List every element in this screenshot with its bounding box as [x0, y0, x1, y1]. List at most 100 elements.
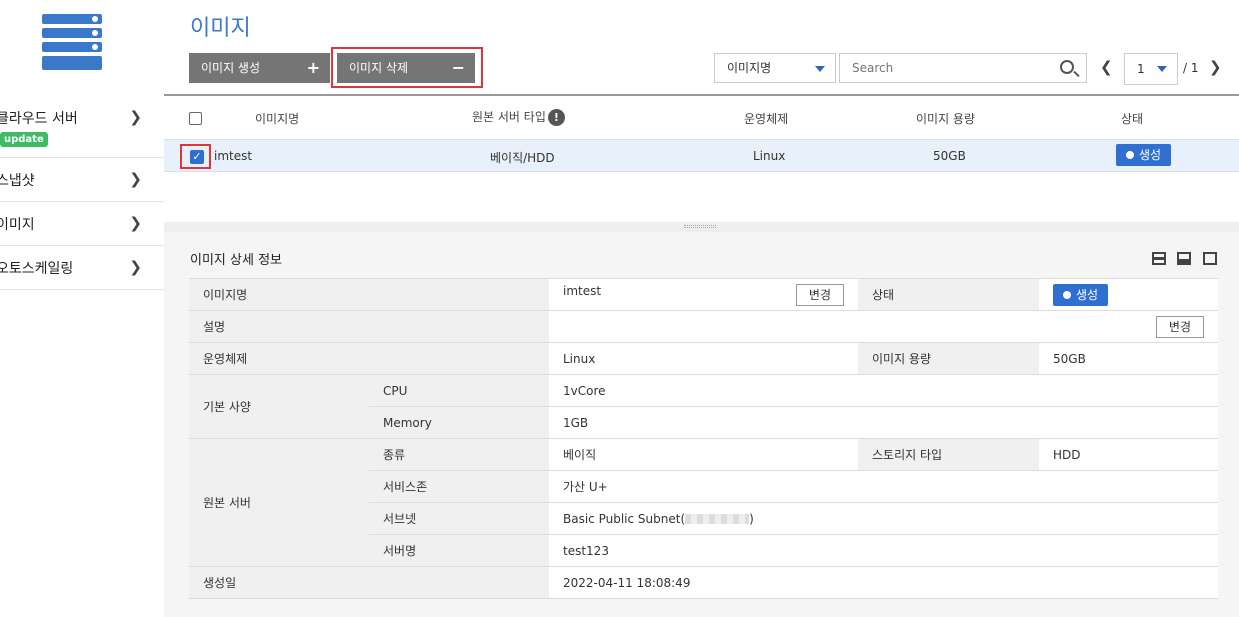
- column-header-server-type: 원본 서버 타입!: [472, 108, 565, 126]
- value-kind: 베이직: [549, 438, 858, 471]
- sidebar-item-snapshot[interactable]: 스냅샷 ❯: [0, 158, 164, 202]
- value-os: Linux: [549, 342, 858, 375]
- layout-bottom-icon[interactable]: [1177, 252, 1191, 265]
- create-image-button[interactable]: 이미지 생성 +: [189, 53, 330, 83]
- change-name-button[interactable]: 변경: [795, 283, 844, 306]
- detail-panel: 이미지 상세 정보 이미지명 imtest 변경 상태 생성 설명 변경 운영체제…: [164, 232, 1239, 617]
- label-origin: 원본 서버: [189, 438, 369, 567]
- column-header-size: 이미지 용량: [916, 112, 976, 126]
- checkbox-highlight: ✓: [180, 144, 211, 169]
- table-row[interactable]: ✓ imtest 베이직/HDD Linux 50GB 생성: [164, 139, 1239, 172]
- column-header-server-type-label: 원본 서버 타입: [472, 110, 546, 124]
- table-header: 이미지명 원본 서버 타입! 운영체제 이미지 용량 상태: [164, 96, 1239, 139]
- next-page-icon[interactable]: ❯: [1209, 58, 1222, 76]
- value-name-text: imtest: [563, 283, 602, 298]
- cell-name: imtest: [214, 149, 253, 163]
- sidebar-item-cloud-server[interactable]: 클라우드 서버 update ❯: [0, 96, 164, 158]
- page-title: 이미지: [190, 16, 251, 41]
- main-content: 이미지 이미지 생성 + 이미지 삭제 − 이미지명 ❮ 1 / 1 ❯: [164, 0, 1239, 617]
- status-badge: 생성: [1053, 283, 1109, 306]
- search-box: [839, 53, 1087, 83]
- chevron-right-icon: ❯: [129, 108, 142, 126]
- value-memory: 1GB: [549, 406, 1218, 439]
- delete-image-label: 이미지 삭제: [349, 61, 409, 75]
- sidebar-item-autoscaling[interactable]: 오토스케일링 ❯: [0, 246, 164, 290]
- select-all-checkbox[interactable]: [189, 112, 202, 125]
- label-size: 이미지 용량: [858, 342, 1039, 375]
- value-storage-type: HDD: [1039, 438, 1218, 471]
- change-desc-button[interactable]: 변경: [1155, 315, 1204, 338]
- detail-table: 이미지명 imtest 변경 상태 생성 설명 변경 운영체제 Linux 이미지…: [189, 278, 1218, 599]
- label-zone: 서비스존: [369, 470, 549, 503]
- image-table: 이미지명 원본 서버 타입! 운영체제 이미지 용량 상태 ✓ imtest 베…: [164, 94, 1239, 222]
- value-server-name: test123: [549, 534, 1218, 567]
- value-cpu: 1vCore: [549, 374, 1218, 407]
- plus-icon: +: [306, 58, 320, 77]
- filter-select[interactable]: 이미지명: [714, 53, 836, 83]
- info-icon[interactable]: !: [547, 109, 565, 126]
- label-subnet: 서브넷: [369, 502, 549, 535]
- server-stack-icon[interactable]: [42, 14, 102, 70]
- filter-select-value: 이미지명: [727, 61, 772, 75]
- subnet-suffix: ): [749, 511, 754, 526]
- chevron-down-icon: [1157, 66, 1167, 72]
- value-subnet: Basic Public Subnet(): [549, 502, 1218, 535]
- label-storage-type: 스토리지 타입: [858, 438, 1039, 471]
- pane-splitter[interactable]: [164, 222, 1239, 232]
- value-name: imtest 변경: [549, 278, 858, 311]
- label-memory: Memory: [369, 406, 549, 439]
- value-size: 50GB: [1039, 342, 1218, 375]
- toolbar: 이미지 이미지 생성 + 이미지 삭제 − 이미지명 ❮ 1 / 1 ❯: [164, 0, 1239, 94]
- label-spec: 기본 사양: [189, 374, 369, 439]
- prev-page-icon[interactable]: ❮: [1100, 58, 1113, 76]
- page-select[interactable]: 1: [1124, 53, 1178, 85]
- label-status: 상태: [858, 278, 1039, 311]
- sidebar-item-label: 이미지: [0, 217, 35, 233]
- status-badge-label: 생성: [1139, 148, 1162, 162]
- create-image-label: 이미지 생성: [201, 61, 261, 75]
- label-cpu: CPU: [369, 374, 549, 407]
- chevron-right-icon: ❯: [129, 170, 142, 188]
- value-created: 2022-04-11 18:08:49: [549, 566, 1218, 599]
- status-badge-label: 생성: [1076, 287, 1099, 302]
- search-icon[interactable]: [1060, 60, 1074, 74]
- chevron-right-icon: ❯: [129, 214, 142, 232]
- label-os: 운영체제: [189, 342, 549, 375]
- sidebar-item-label: 오토스케일링: [0, 261, 74, 277]
- cell-os: Linux: [753, 149, 786, 163]
- row-checkbox[interactable]: ✓: [190, 150, 204, 164]
- value-status: 생성: [1039, 278, 1218, 311]
- column-header-name: 이미지명: [255, 112, 300, 126]
- delete-image-button[interactable]: 이미지 삭제 −: [337, 53, 475, 83]
- page-total: / 1: [1183, 61, 1199, 75]
- layout-full-icon[interactable]: [1203, 252, 1217, 265]
- redacted-ip: [685, 514, 750, 524]
- sidebar: 클라우드 서버 update ❯ 스냅샷 ❯ 이미지 ❯ 오토스케일링 ❯: [0, 0, 164, 617]
- sidebar-item-label: 스냅샷: [0, 173, 35, 189]
- label-kind: 종류: [369, 438, 549, 471]
- cell-size: 50GB: [933, 149, 966, 163]
- column-header-status: 상태: [1121, 112, 1144, 126]
- label-server-name: 서버명: [369, 534, 549, 567]
- sidebar-item-image[interactable]: 이미지 ❯: [0, 202, 164, 246]
- minus-icon: −: [451, 58, 465, 77]
- search-input[interactable]: [840, 54, 1050, 82]
- label-name: 이미지명: [189, 278, 549, 311]
- update-badge: update: [0, 132, 48, 147]
- page-current: 1: [1137, 62, 1145, 76]
- label-created: 생성일: [189, 566, 549, 599]
- label-desc: 설명: [189, 310, 549, 343]
- chevron-down-icon: [815, 66, 825, 72]
- layout-top-icon[interactable]: [1152, 252, 1166, 265]
- delete-highlight: 이미지 삭제 −: [331, 47, 483, 88]
- sidebar-nav: 클라우드 서버 update ❯ 스냅샷 ❯ 이미지 ❯ 오토스케일링 ❯: [0, 96, 164, 290]
- cell-server-type: 베이직/HDD: [490, 151, 555, 165]
- detail-title: 이미지 상세 정보: [190, 253, 282, 268]
- column-header-os: 운영체제: [744, 112, 789, 126]
- chevron-right-icon: ❯: [129, 258, 142, 276]
- status-badge: 생성: [1116, 144, 1172, 166]
- value-zone: 가산 U+: [549, 470, 1218, 503]
- subnet-prefix: Basic Public Subnet(: [563, 511, 686, 526]
- value-desc: 변경: [549, 310, 1218, 343]
- sidebar-item-label: 클라우드 서버: [0, 111, 78, 127]
